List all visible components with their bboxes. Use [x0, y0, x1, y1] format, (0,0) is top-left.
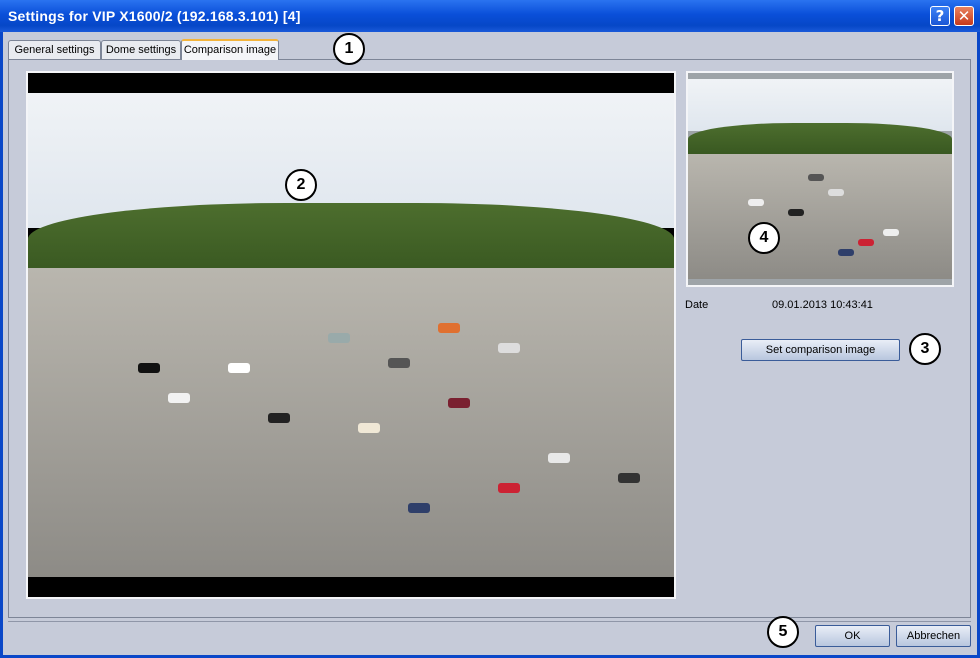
callout-3: 3: [909, 333, 941, 365]
callout-2: 2: [285, 169, 317, 201]
callout-4: 4: [748, 222, 780, 254]
footer-separator: [8, 621, 971, 622]
date-label: Date: [685, 299, 709, 311]
tab-general-settings[interactable]: General settings: [8, 40, 101, 59]
cancel-button[interactable]: Abbrechen: [896, 625, 971, 647]
ok-button[interactable]: OK: [815, 625, 890, 647]
callout-5: 5: [767, 616, 799, 648]
set-comparison-image-button[interactable]: Set comparison image: [741, 339, 900, 361]
camera-scene: [28, 93, 674, 577]
title-bar[interactable]: Settings for VIP X1600/2 (192.168.3.101)…: [0, 0, 980, 32]
comparison-scene: [688, 79, 952, 279]
callout-1: 1: [333, 33, 365, 65]
tab-comparison-image[interactable]: Comparison image: [181, 39, 279, 60]
date-value: 09.01.2013 10:43:41: [772, 299, 873, 311]
help-icon[interactable]: ?: [930, 6, 950, 26]
close-icon[interactable]: ✕: [954, 6, 974, 26]
live-camera-image: [26, 71, 676, 599]
window-title: Settings for VIP X1600/2 (192.168.3.101)…: [8, 8, 301, 24]
comparison-image: [686, 71, 954, 287]
tab-dome-settings[interactable]: Dome settings: [101, 40, 181, 59]
